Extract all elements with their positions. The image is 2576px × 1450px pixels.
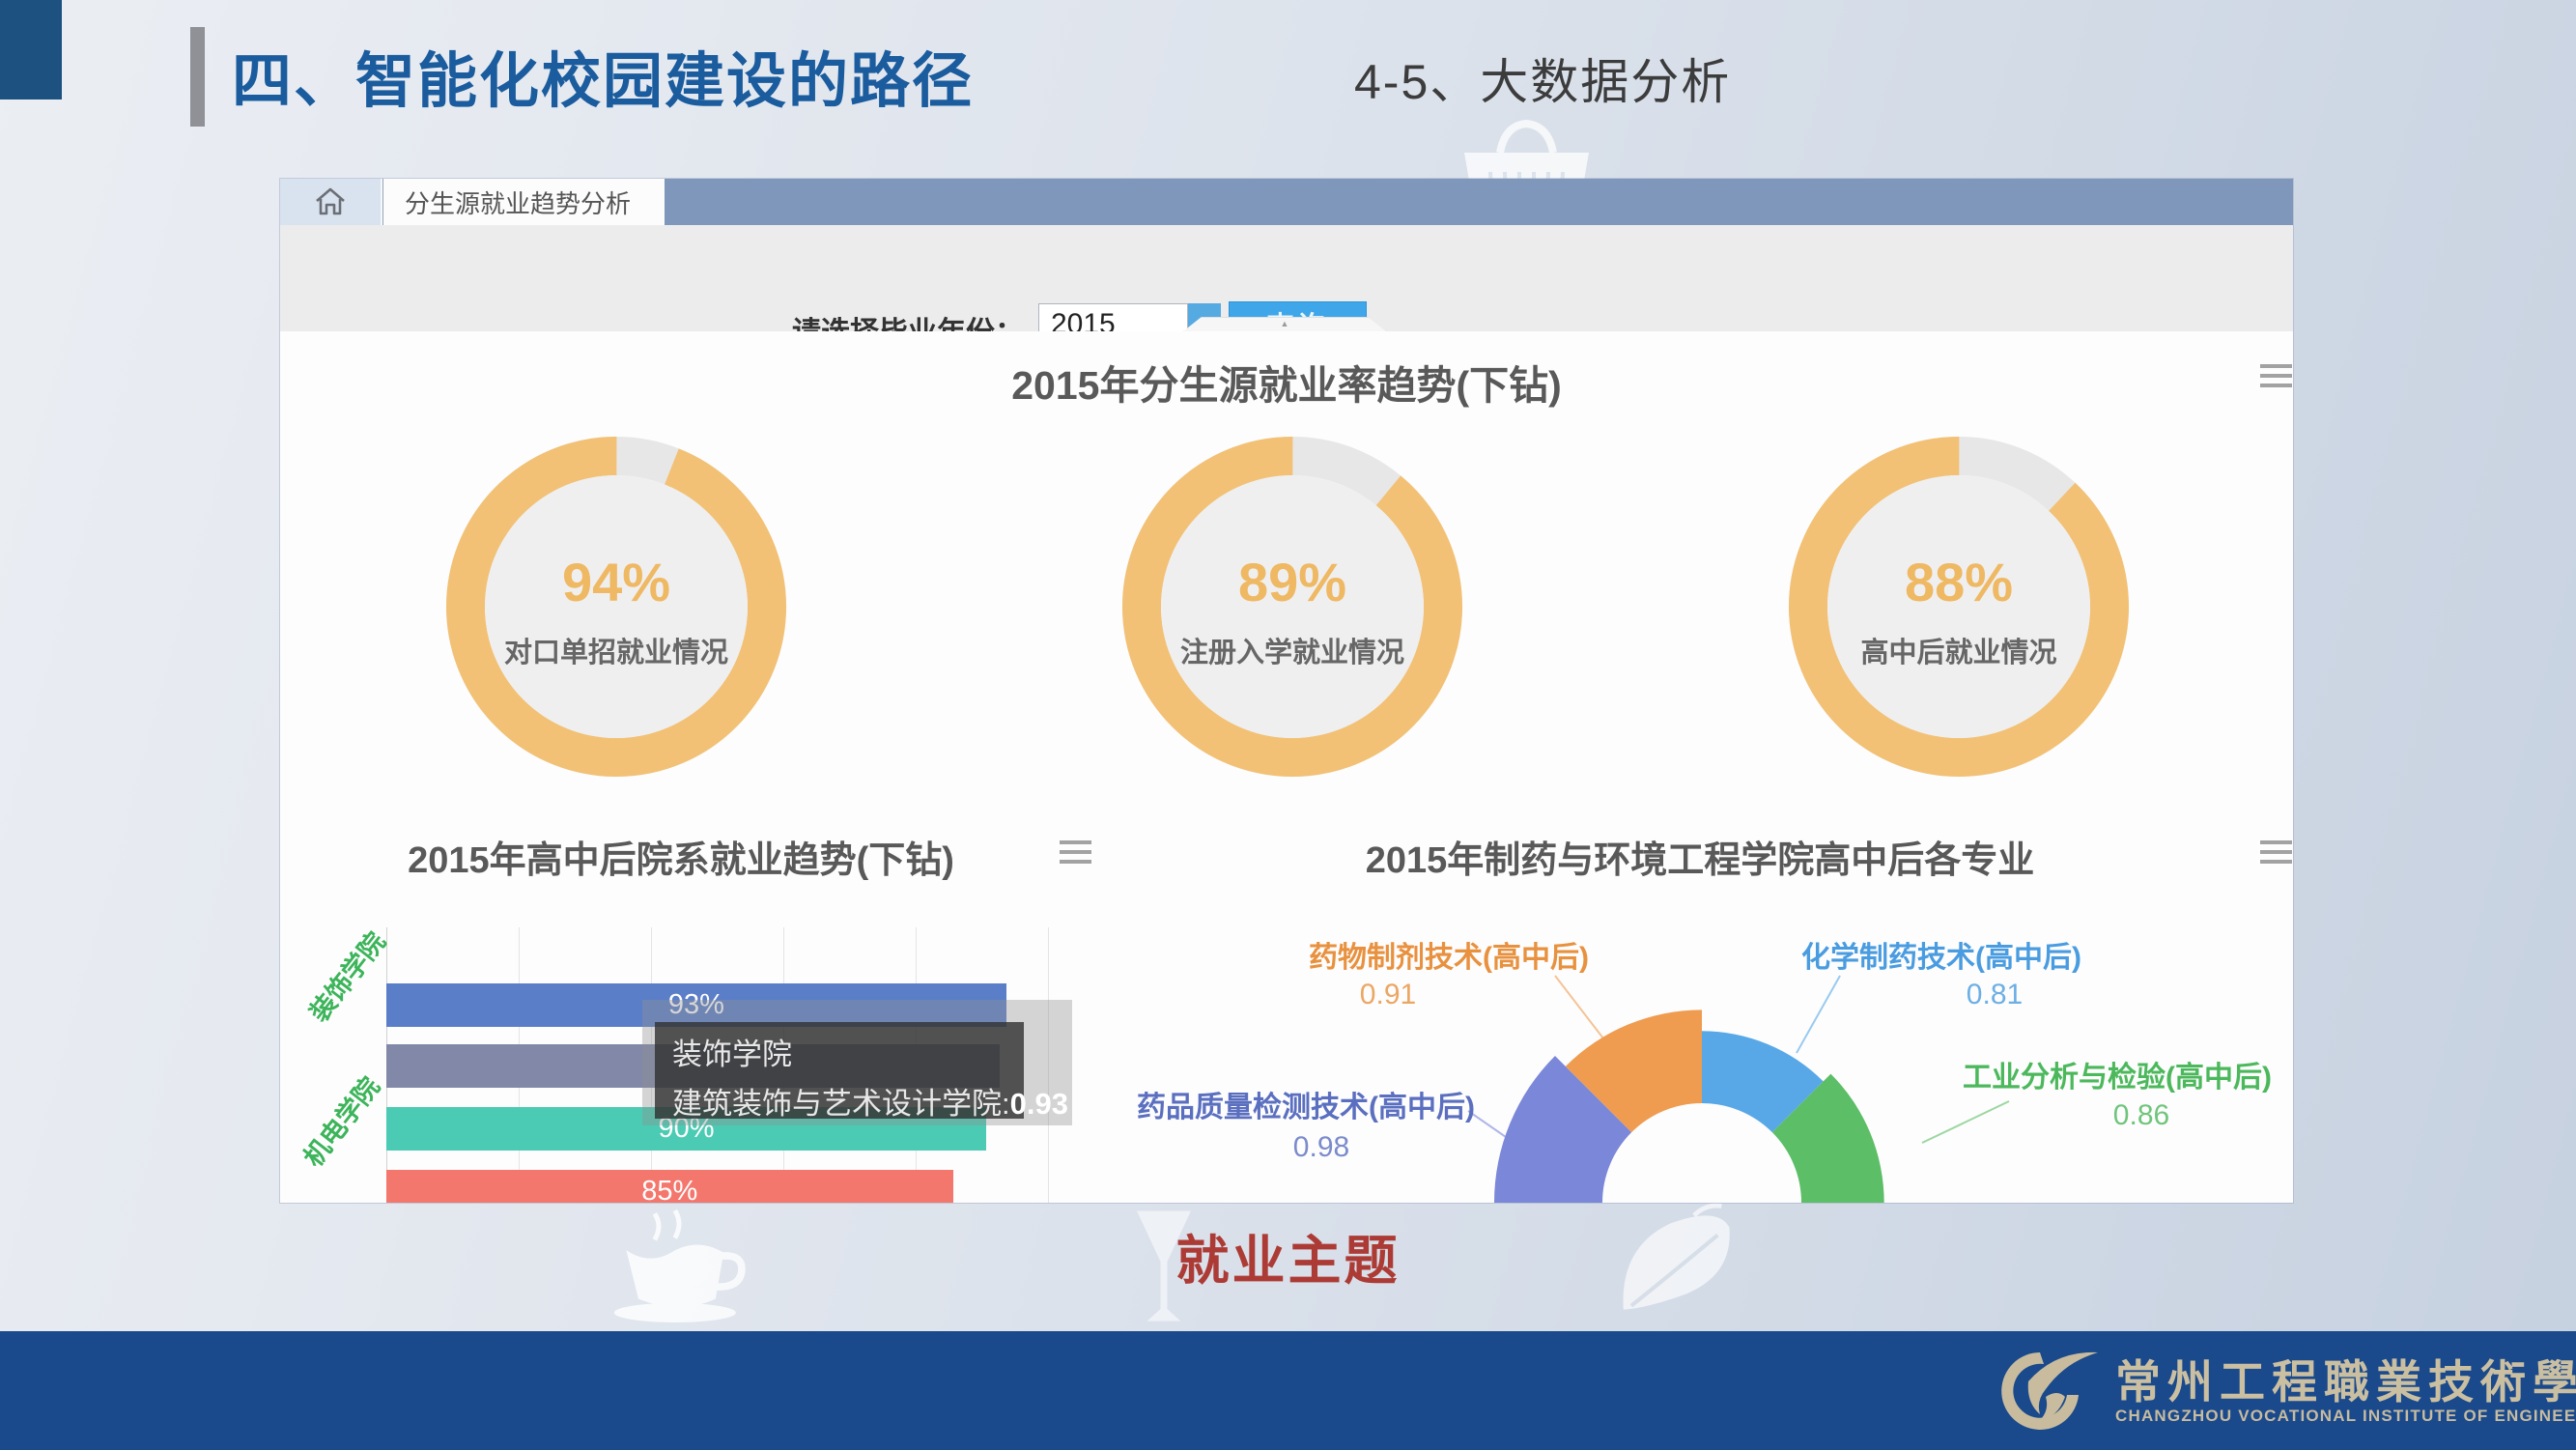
tooltip-category: 装饰学院 bbox=[672, 1030, 1006, 1073]
pie-chart-title: 2015年制药与环境工程学院高中后各专业 bbox=[1246, 830, 2154, 883]
bar-category-label: 装饰学院 bbox=[298, 923, 392, 1028]
gauge-value: 88% bbox=[1785, 551, 2133, 613]
slide-title: 四、智能化校园建设的路径 bbox=[232, 32, 974, 119]
donut-gauge[interactable]: 94% 对口单招就业情况 bbox=[442, 433, 790, 781]
title-accent-bar bbox=[190, 27, 205, 127]
pie-slice-label: 化学制药技术(高中后) bbox=[1801, 933, 2081, 976]
pie-leader-line bbox=[1555, 976, 1603, 1038]
pie-slice-value: 0.86 bbox=[2113, 1099, 2169, 1132]
bar-value-label: 85% bbox=[641, 1176, 697, 1203]
donut-gauge[interactable]: 88% 高中后就业情况 bbox=[1785, 433, 2133, 781]
school-name-en: CHANGZHOU VOCATIONAL INSTITUTE OF ENGINE… bbox=[2115, 1407, 2576, 1426]
leaf-watermark-icon bbox=[1584, 1200, 1753, 1325]
tab-employment-trend-analysis[interactable]: 分生源就业趋势分析 bbox=[382, 179, 665, 225]
bi-dashboard-screenshot: 分生源就业趋势分析 请选择毕业年份： ▼ 查询 ▲ 2015年分生源就业率趋势(… bbox=[280, 179, 2293, 1203]
school-name-cn: 常州工程職業技術學院 bbox=[2115, 1345, 2576, 1411]
pie-slice-value: 0.98 bbox=[1293, 1131, 1349, 1164]
bar-segment[interactable]: 85% bbox=[386, 1170, 953, 1203]
pie-chart-menu-button[interactable] bbox=[2260, 840, 2292, 864]
tooltip-series-value: 建筑装饰与艺术设计学院:0.93 bbox=[672, 1079, 1006, 1123]
pie-leader-line bbox=[1922, 1101, 2009, 1143]
gauge-value: 89% bbox=[1118, 551, 1466, 613]
donut-gauge[interactable]: 89% 注册入学就业情况 bbox=[1118, 433, 1466, 781]
slide-caption: 就业主题 bbox=[1175, 1217, 1400, 1294]
gauge-label: 注册入学就业情况 bbox=[1118, 630, 1466, 670]
collapse-panel-toggle[interactable]: ▲ bbox=[1183, 317, 1386, 331]
pie-slice-label: 工业分析与检验(高中后) bbox=[1963, 1053, 2272, 1095]
coffee-cup-watermark-icon bbox=[578, 1206, 780, 1327]
bar-chart-title: 2015年高中后院系就业趋势(下钻) bbox=[280, 830, 1082, 883]
home-icon bbox=[314, 186, 347, 217]
bar-tooltip-shadow: 装饰学院 建筑装饰与艺术设计学院:0.93 bbox=[642, 1000, 1072, 1125]
dashboard-content: 2015年分生源就业率趋势(下钻) 94% 对口单招就业情况 89% 注册入学就… bbox=[280, 331, 2293, 1203]
gauges-chart-title: 2015年分生源就业率趋势(下钻) bbox=[280, 353, 2293, 411]
pie-slice-value: 0.81 bbox=[1967, 979, 2023, 1011]
tabbar-empty-area bbox=[665, 179, 2293, 225]
gauge-label: 高中后就业情况 bbox=[1785, 630, 2133, 670]
pie-slice-label: 药品质量检测技术(高中后) bbox=[1137, 1083, 1475, 1125]
gauge-value: 94% bbox=[442, 551, 790, 613]
slide-subtitle: 4-5、大数据分析 bbox=[1354, 43, 1731, 113]
school-logo-icon bbox=[1990, 1347, 2101, 1436]
bar-category-label: 机电学院 bbox=[293, 1067, 386, 1173]
bar-tooltip: 装饰学院 建筑装饰与艺术设计学院:0.93 bbox=[655, 1022, 1024, 1119]
dashboard-tabbar: 分生源就业趋势分析 bbox=[280, 179, 2293, 225]
pie-slice-label: 药物制剂技术(高中后) bbox=[1309, 933, 1589, 976]
pie-leader-line bbox=[1797, 976, 1840, 1053]
filter-toolbar: 请选择毕业年份： ▼ 查询 bbox=[280, 225, 2293, 331]
title-accent-square bbox=[0, 0, 62, 100]
presentation-slide: 四、智能化校园建设的路径 4-5、大数据分析 分生源就 bbox=[0, 0, 2576, 1450]
gauge-label: 对口单招就业情况 bbox=[442, 630, 790, 670]
pie-slice-value: 0.91 bbox=[1360, 979, 1416, 1011]
bar-chart-menu-button[interactable] bbox=[1060, 840, 1091, 864]
home-button[interactable] bbox=[280, 179, 382, 225]
gauges-menu-button[interactable] bbox=[2260, 364, 2292, 387]
chevron-up-icon: ▲ bbox=[1281, 319, 1289, 328]
